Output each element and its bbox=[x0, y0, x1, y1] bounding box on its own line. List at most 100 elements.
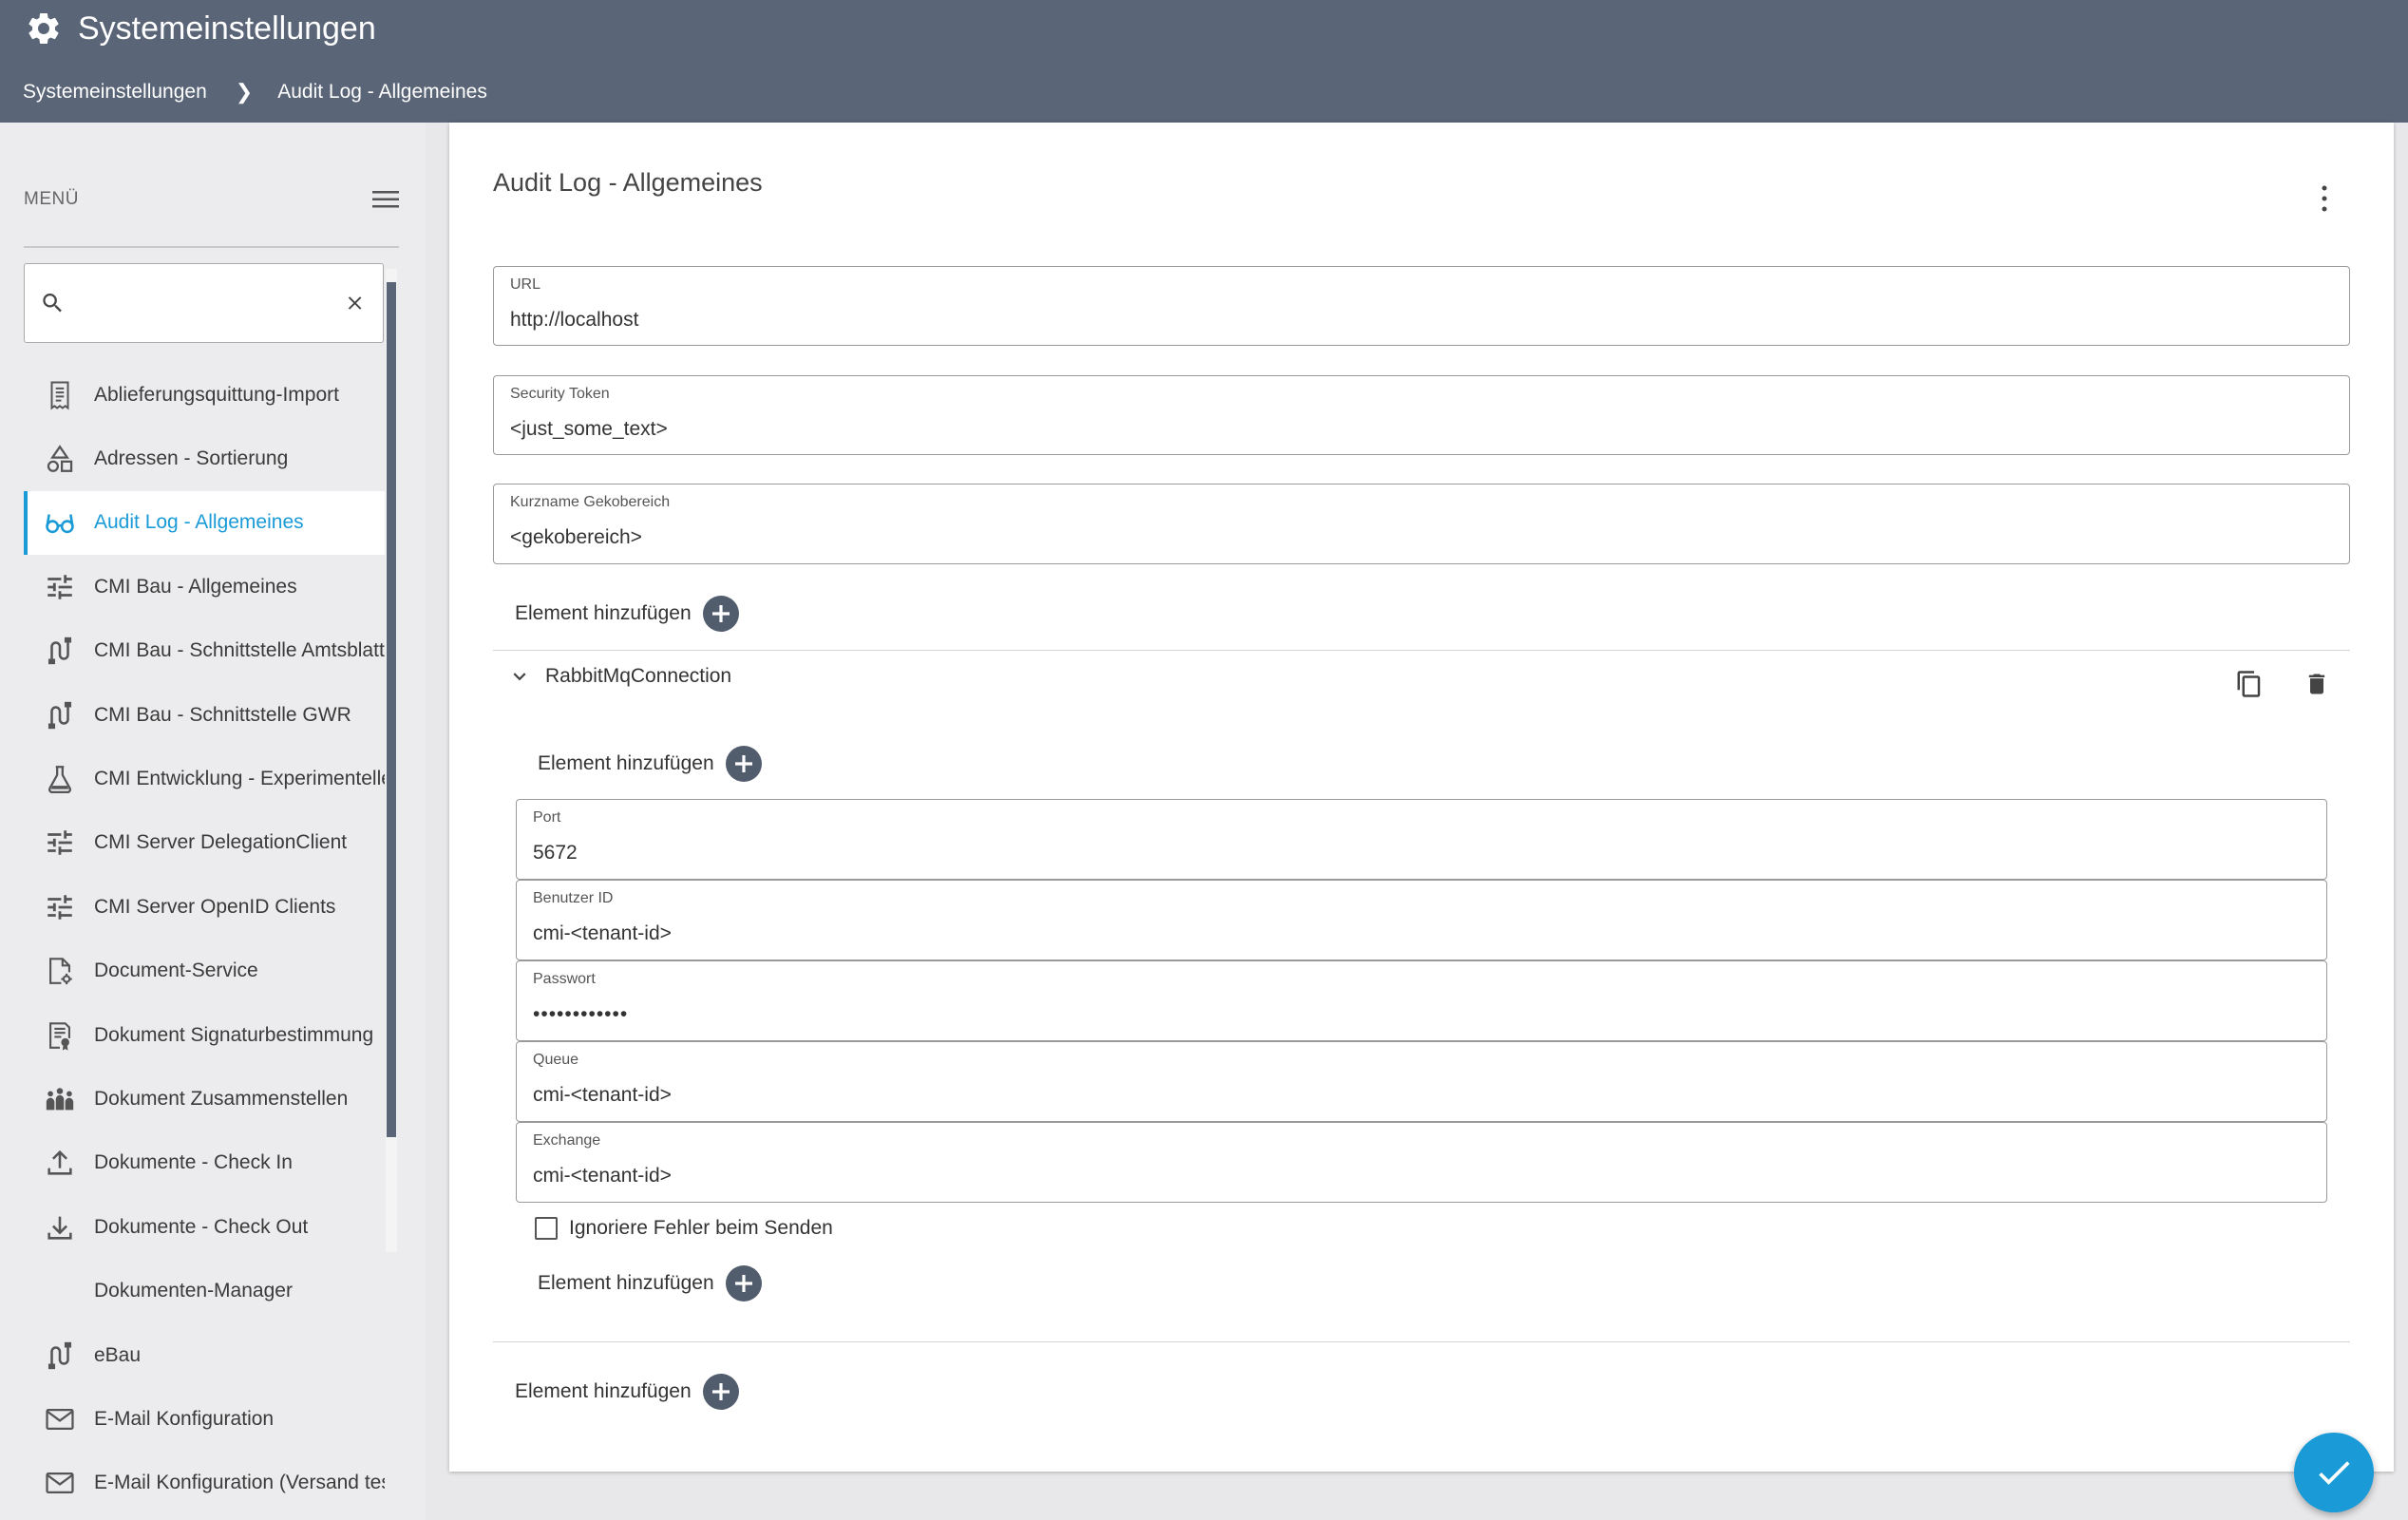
chevron-down-icon[interactable] bbox=[507, 664, 532, 689]
settings-card: Audit Log - Allgemeines URL http://local… bbox=[449, 123, 2394, 1472]
sidebar-item-dokument-zusammenstellen[interactable]: Dokument Zusammenstellen bbox=[24, 1067, 385, 1130]
sidebar-item-label: Dokumenten-Manager bbox=[94, 1280, 293, 1302]
breadcrumb-item-root[interactable]: Systemeinstellungen bbox=[23, 81, 207, 104]
menu-label: MENÜ bbox=[24, 189, 79, 209]
field-label: Passwort bbox=[533, 971, 596, 987]
sidebar-item-document-service[interactable]: Document-Service bbox=[24, 940, 385, 1003]
add-element-label: Element hinzufügen bbox=[515, 1380, 692, 1402]
blank-icon bbox=[43, 1274, 77, 1308]
add-element-label: Element hinzufügen bbox=[515, 602, 692, 624]
sidebar-item-label: Audit Log - Allgemeines bbox=[94, 511, 304, 534]
tune-icon bbox=[43, 570, 77, 604]
more-vert-icon[interactable] bbox=[2315, 181, 2334, 216]
sidebar-item-label: Dokumente - Check In bbox=[94, 1151, 293, 1174]
field-label: Exchange bbox=[533, 1132, 601, 1149]
add-element-row-bottom[interactable]: Element hinzufügen bbox=[515, 1374, 739, 1410]
sidebar-item-dokument-signaturbestimmung[interactable]: Dokument Signaturbestimmung bbox=[24, 1003, 385, 1067]
sidebar-item-label: eBau bbox=[94, 1343, 142, 1366]
sidebar-item-label: Dokumente - Check Out bbox=[94, 1215, 309, 1238]
app-title: Systemeinstellungen bbox=[78, 10, 376, 47]
sidebar-item-label: CMI Entwicklung - Experimentelle bbox=[94, 768, 385, 790]
queue-field[interactable]: Queue cmi-<tenant-id> bbox=[516, 1041, 2327, 1122]
search-icon bbox=[43, 293, 62, 313]
sidebar-item-cmi-server-openid-clients[interactable]: CMI Server OpenID Clients bbox=[24, 875, 385, 939]
section-header-rabbitmq[interactable]: RabbitMqConnection bbox=[507, 664, 731, 689]
mail-icon bbox=[43, 1402, 77, 1436]
sidebar-item-cmi-server-delegationclient[interactable]: CMI Server DelegationClient bbox=[24, 811, 385, 875]
sidebar-item-e-mail-konfiguration-versand[interactable]: E-Mail Konfiguration (Versand test bbox=[24, 1452, 385, 1515]
divider bbox=[493, 650, 2350, 651]
ignore-errors-checkbox[interactable] bbox=[535, 1217, 558, 1240]
field-value[interactable]: cmi-<tenant-id> bbox=[533, 1165, 672, 1188]
sidebar-item-cmi-bau-allgemeines[interactable]: CMI Bau - Allgemeines bbox=[24, 555, 385, 618]
add-element-row-section-bottom[interactable]: Element hinzufügen bbox=[538, 1265, 762, 1302]
route-icon bbox=[43, 634, 77, 668]
url-field[interactable]: URL http://localhost bbox=[493, 266, 2350, 346]
sidebar-item-e-mail-konfiguration[interactable]: E-Mail Konfiguration bbox=[24, 1387, 385, 1451]
copy-icon[interactable] bbox=[2235, 669, 2264, 699]
field-value[interactable]: •••••••••••• bbox=[533, 1003, 628, 1026]
route-icon bbox=[43, 1339, 77, 1373]
checkbox-label: Ignoriere Fehler beim Senden bbox=[569, 1217, 833, 1239]
field-value[interactable]: cmi-<tenant-id> bbox=[533, 1084, 672, 1107]
sidebar-item-dokumenten-manager[interactable]: Dokumenten-Manager bbox=[24, 1259, 385, 1322]
sidebar-item-label: Adressen - Sortierung bbox=[94, 447, 289, 470]
benutzer-id-field[interactable]: Benutzer ID cmi-<tenant-id> bbox=[516, 880, 2327, 960]
sidebar-item-cmi-bau-schnittstelle-gwr[interactable]: CMI Bau - Schnittstelle GWR bbox=[24, 683, 385, 747]
field-value[interactable]: <just_some_text> bbox=[510, 418, 668, 441]
add-element-row-section[interactable]: Element hinzufügen bbox=[538, 746, 762, 782]
add-element-row-top[interactable]: Element hinzufügen bbox=[515, 596, 739, 632]
kurzname-gekobereich-field[interactable]: Kurzname Gekobereich <gekobereich> bbox=[493, 484, 2350, 564]
section-title: RabbitMqConnection bbox=[545, 665, 732, 687]
sidebar-scrollbar[interactable] bbox=[386, 269, 397, 1252]
title-row: Systemeinstellungen bbox=[25, 10, 376, 48]
close-icon[interactable] bbox=[344, 291, 366, 315]
sidebar-item-dokumente-check-in[interactable]: Dokumente - Check In bbox=[24, 1131, 385, 1195]
document-gear-icon bbox=[43, 954, 77, 988]
add-element-label: Element hinzufügen bbox=[538, 752, 714, 774]
page-title: Audit Log - Allgemeines bbox=[493, 168, 763, 197]
field-value[interactable]: <gekobereich> bbox=[510, 526, 642, 549]
exchange-field[interactable]: Exchange cmi-<tenant-id> bbox=[516, 1122, 2327, 1203]
field-value[interactable]: http://localhost bbox=[510, 309, 638, 332]
save-button[interactable] bbox=[2294, 1433, 2374, 1512]
sidebar-item-audit-log-allgemeines[interactable]: Audit Log - Allgemeines bbox=[24, 490, 385, 556]
sidebar-item-dokumente-check-out[interactable]: Dokumente - Check Out bbox=[24, 1195, 385, 1259]
delete-icon[interactable] bbox=[2304, 669, 2330, 699]
breadcrumb: Systemeinstellungen ❯ Audit Log - Allgem… bbox=[23, 80, 487, 104]
field-value[interactable]: 5672 bbox=[533, 842, 578, 864]
ignore-errors-checkbox-row[interactable]: Ignoriere Fehler beim Senden bbox=[535, 1217, 833, 1240]
sidebar-item-adressen-sortierung[interactable]: Adressen - Sortierung bbox=[24, 427, 385, 490]
hamburger-menu-icon[interactable] bbox=[372, 189, 399, 210]
sidebar-item-ebau[interactable]: eBau bbox=[24, 1323, 385, 1387]
tune-icon bbox=[43, 826, 77, 860]
passwort-field[interactable]: Passwort •••••••••••• bbox=[516, 960, 2327, 1041]
sidebar-item-label: CMI Bau - Allgemeines bbox=[94, 575, 297, 598]
port-field[interactable]: Port 5672 bbox=[516, 799, 2327, 880]
add-circle-icon[interactable] bbox=[725, 1265, 762, 1302]
sidebar: MENÜ Ablieferungsquittung-Import Adresse… bbox=[0, 123, 426, 1520]
tune-icon bbox=[43, 890, 77, 924]
sidebar-item-cmi-entwicklung-experimentelle[interactable]: CMI Entwicklung - Experimentelle bbox=[24, 747, 385, 810]
field-value[interactable]: cmi-<tenant-id> bbox=[533, 922, 672, 945]
field-label: URL bbox=[510, 276, 541, 293]
sidebar-item-label: CMI Server OpenID Clients bbox=[94, 895, 336, 918]
add-circle-icon[interactable] bbox=[702, 596, 739, 632]
add-circle-icon[interactable] bbox=[702, 1374, 739, 1410]
add-circle-icon[interactable] bbox=[725, 746, 762, 782]
chevron-right-icon: ❯ bbox=[235, 80, 254, 104]
sidebar-item-label: CMI Bau - Schnittstelle Amtsblatt bbox=[94, 639, 385, 662]
sidebar-item-label: CMI Server DelegationClient bbox=[94, 831, 348, 854]
field-label: Port bbox=[533, 809, 561, 826]
sidebar-item-label: Dokument Zusammenstellen bbox=[94, 1087, 349, 1110]
sidebar-item-label: E-Mail Konfiguration (Versand test bbox=[94, 1472, 385, 1494]
sidebar-item-label: Ablieferungsquittung-Import bbox=[94, 383, 339, 406]
search-input[interactable] bbox=[78, 292, 331, 314]
divider bbox=[493, 1341, 2350, 1342]
sidebar-item-cmi-bau-schnittstelle-amtsblatt[interactable]: CMI Bau - Schnittstelle Amtsblatt bbox=[24, 619, 385, 683]
scrollbar-thumb[interactable] bbox=[387, 282, 396, 1137]
security-token-field[interactable]: Security Token <just_some_text> bbox=[493, 375, 2350, 455]
glasses-icon bbox=[43, 505, 77, 540]
sidebar-item-ablieferungsquittung-import[interactable]: Ablieferungsquittung-Import bbox=[24, 363, 385, 427]
app-header: Systemeinstellungen Systemeinstellungen … bbox=[0, 0, 2408, 123]
